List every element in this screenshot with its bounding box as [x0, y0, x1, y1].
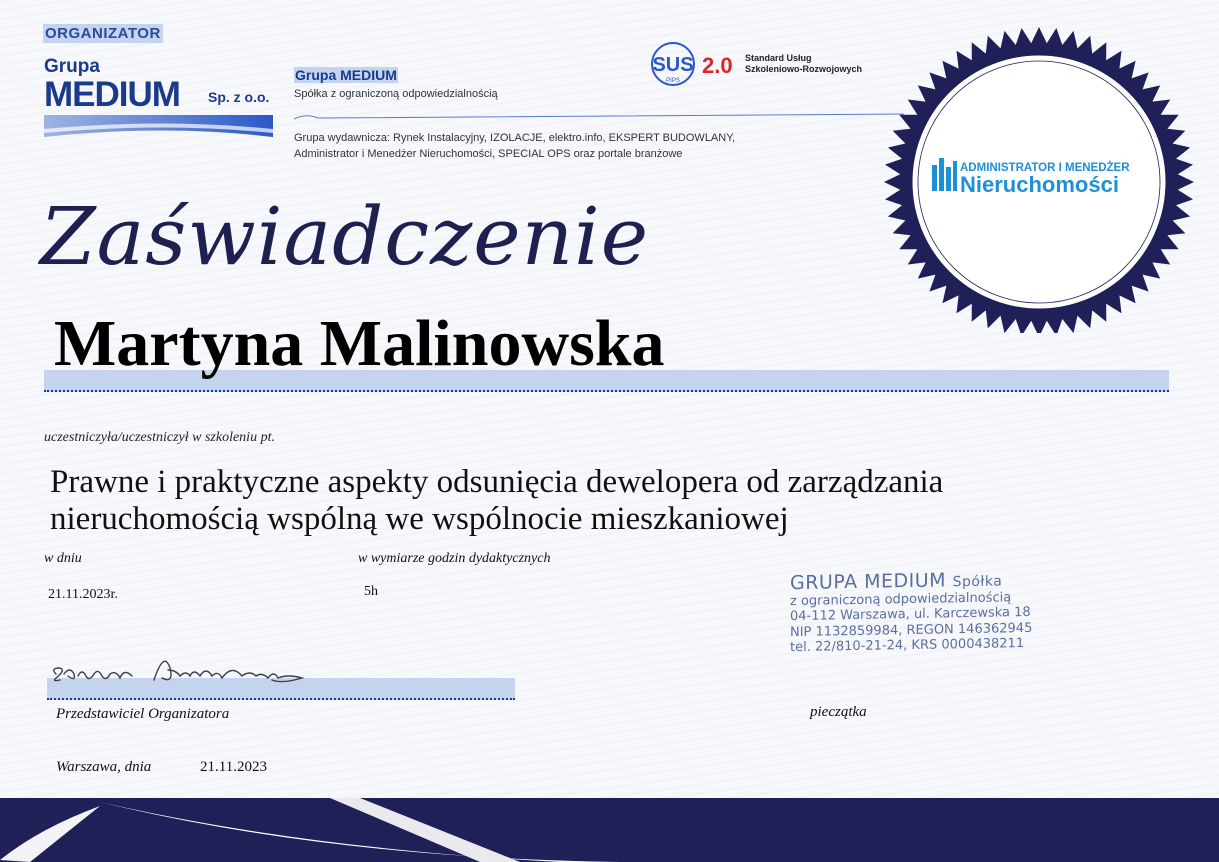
stamp-line-1-small: Spółka: [952, 573, 1003, 591]
seal-text-line-2: Nieruchomości: [960, 172, 1119, 197]
seal-badge: ADMINISTRATOR I MENEDŻER Nieruchomości: [884, 27, 1194, 333]
date-label: w dniu: [44, 551, 82, 566]
certificate-page: ORGANIZATOR Grupa MEDIUM Sp. z o.o. Grup…: [0, 0, 1219, 862]
company-stamp: GRUPA MEDIUM Spółka z ograniczoną odpowi…: [790, 569, 1032, 656]
participant-name: Martyna Malinowska: [54, 307, 665, 380]
sus-line-1: Standard Usług: [745, 53, 812, 63]
publisher-line-1: Grupa wydawnicza: Rynek Instalacyjny, IZ…: [294, 132, 736, 144]
stamp-line-5: tel. 22/810-21-24, KRS 0000438211: [790, 636, 1025, 656]
logo-swoosh-icon: [44, 115, 273, 137]
organizator-label: ORGANIZATOR: [43, 24, 163, 43]
sus-pips-text: PIPS: [666, 78, 680, 84]
course-title: Prawne i praktyczne aspekty odsunięcia d…: [50, 464, 1110, 538]
city-date: 21.11.2023: [200, 759, 267, 775]
sus-line-2: Szkoleniowo-Rozwojowych: [745, 64, 863, 74]
company-name: Grupa MEDIUM: [294, 67, 398, 83]
sus-logo-text: SUS: [652, 54, 693, 76]
hours-label: w wymiarze godzin dydaktycznych: [358, 551, 551, 566]
header-divider: [294, 113, 904, 120]
company-description: Spółka z ograniczoną odpowiedzialnością: [294, 88, 498, 100]
course-title-line-2: nieruchomością wspólną we wspólnocie mie…: [50, 501, 789, 537]
date-value: 21.11.2023r.: [48, 587, 118, 602]
hours-value: 5h: [364, 584, 378, 599]
certificate-title: Zaświadczenie: [40, 190, 650, 283]
stamp-label: pieczątka: [810, 704, 867, 720]
stamp-line-1: GRUPA MEDIUM: [790, 569, 947, 595]
course-title-line-1: Prawne i praktyczne aspekty odsunięcia d…: [50, 464, 944, 500]
signature-image: [53, 660, 305, 683]
publisher-line-2: Administrator i Menedżer Nieruchomości, …: [294, 148, 683, 160]
footer-band: [0, 798, 1219, 862]
publisher-info: Grupa wydawnicza: Rynek Instalacyjny, IZ…: [294, 130, 774, 162]
city-label: Warszawa, dnia: [56, 759, 152, 775]
sus-version-text: 2.0: [702, 53, 733, 78]
representative-label: Przedstawiciel Organizatora: [56, 706, 230, 722]
sus-standard-text: Standard Usług Szkoleniowo-Rozwojowych: [745, 53, 862, 75]
logo-spzoo-text: Sp. z o.o.: [208, 89, 270, 105]
participated-label: uczestniczyła/uczestniczył w szkoleniu p…: [44, 430, 275, 445]
logo-medium-text: MEDIUM: [44, 75, 181, 114]
sus-logo-icon: SUS PIPS 2.0: [651, 42, 733, 86]
